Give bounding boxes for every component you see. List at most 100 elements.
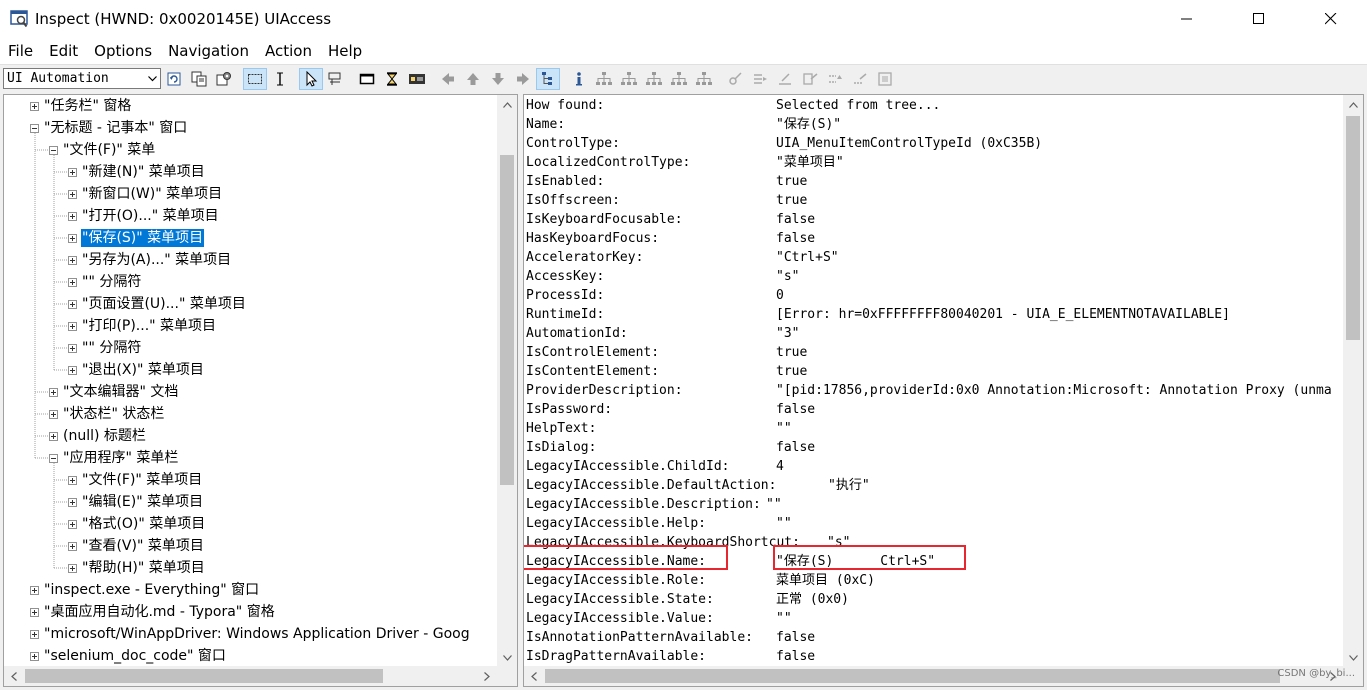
tree-panel[interactable]: "任务栏" 窗格 "无标题 - 记事本" 窗口 "文件(F)" 菜单 "新建(N)" …	[3, 94, 518, 687]
expand-icon[interactable]	[68, 365, 77, 375]
expand-icon[interactable]	[68, 321, 77, 331]
menu-action[interactable]: Action	[257, 38, 320, 64]
action-button-1[interactable]	[723, 68, 747, 90]
expand-icon[interactable]	[68, 519, 77, 529]
menu-navigation[interactable]: Navigation	[160, 38, 257, 64]
mode-select[interactable]: UI Automation	[3, 68, 161, 89]
tree-item[interactable]: "inspect.exe - Everything" 窗口	[30, 579, 260, 601]
expand-icon[interactable]	[68, 255, 77, 265]
tree-item[interactable]: "无标题 - 记事本" 窗口	[30, 117, 188, 139]
expand-icon[interactable]	[49, 431, 58, 441]
menu-help[interactable]: Help	[320, 38, 370, 64]
expand-icon[interactable]	[68, 475, 77, 485]
info-button[interactable]	[567, 68, 591, 90]
tree-horizontal-scrollbar[interactable]	[4, 666, 497, 686]
scroll-left-icon[interactable]	[524, 666, 544, 686]
expand-icon[interactable]	[30, 585, 39, 595]
collapse-icon[interactable]	[49, 453, 58, 463]
expand-icon[interactable]	[49, 387, 58, 397]
action-button-6[interactable]	[848, 68, 872, 90]
close-button[interactable]	[1295, 0, 1367, 38]
properties-panel[interactable]: How found: Selected from tree... Name: "保存(…	[523, 94, 1364, 687]
scroll-right-icon[interactable]	[477, 666, 497, 686]
tree-item[interactable]: "文件(F)" 菜单	[49, 139, 156, 161]
expand-icon[interactable]	[68, 167, 77, 177]
scroll-down-icon[interactable]	[497, 648, 517, 668]
tree-item[interactable]: "编辑(E)" 菜单项目	[68, 491, 204, 513]
caption-button[interactable]	[405, 68, 429, 90]
tree-item[interactable]: "保存(S)" 菜单项目	[68, 227, 206, 249]
maximize-button[interactable]	[1223, 0, 1295, 38]
tree-item[interactable]: "打印(P)..." 菜单项目	[68, 315, 217, 337]
collapse-icon[interactable]	[30, 123, 39, 133]
hierarchy-button-2[interactable]	[617, 68, 641, 90]
props-horizontal-scroll-thumb[interactable]	[545, 669, 1280, 683]
menu-options[interactable]: Options	[86, 38, 160, 64]
expand-icon[interactable]	[68, 563, 77, 573]
tree-view-button[interactable]	[536, 67, 560, 90]
scroll-down-icon[interactable]	[1343, 648, 1363, 668]
nav-down-button[interactable]	[486, 68, 510, 90]
tree-item[interactable]: "查看(V)" 菜单项目	[68, 535, 205, 557]
props-vertical-scrollbar[interactable]	[1343, 95, 1363, 668]
hierarchy-button-1[interactable]	[592, 68, 616, 90]
element-tree[interactable]: "任务栏" 窗格 "无标题 - 记事本" 窗口 "文件(F)" 菜单 "新建(N)" …	[4, 95, 499, 668]
nav-up-button[interactable]	[461, 68, 485, 90]
tree-item[interactable]: (null) 标题栏	[49, 425, 147, 447]
action-button-3[interactable]	[773, 68, 797, 90]
tree-item[interactable]: "文件(F)" 菜单项目	[68, 469, 203, 491]
action-button-2[interactable]	[748, 68, 772, 90]
tree-item[interactable]: "microsoft/WinAppDriver: Windows Applica…	[30, 623, 471, 645]
scroll-up-icon[interactable]	[1343, 95, 1363, 115]
tree-item[interactable]: "退出(X)" 菜单项目	[68, 359, 205, 381]
tree-item[interactable]: "页面设置(U)..." 菜单项目	[68, 293, 247, 315]
watch-cursor-button[interactable]	[299, 67, 323, 90]
expand-icon[interactable]	[68, 277, 77, 287]
props-vertical-scroll-thumb[interactable]	[1346, 116, 1360, 340]
expand-icon[interactable]	[68, 497, 77, 507]
expand-icon[interactable]	[30, 629, 39, 639]
tree-item[interactable]: "任务栏" 窗格	[30, 95, 132, 117]
copy-button[interactable]	[187, 68, 211, 90]
hourglass-button[interactable]	[380, 68, 404, 90]
hierarchy-button-3[interactable]	[642, 68, 666, 90]
scroll-left-icon[interactable]	[4, 666, 24, 686]
expand-icon[interactable]	[30, 607, 39, 617]
caret-button[interactable]	[268, 68, 292, 90]
expand-icon[interactable]	[30, 101, 39, 111]
nav-right-button[interactable]	[511, 68, 535, 90]
tree-item[interactable]: "格式(O)" 菜单项目	[68, 513, 206, 535]
action-button-4[interactable]	[798, 68, 822, 90]
tree-item[interactable]: "新窗口(W)" 菜单项目	[68, 183, 223, 205]
expand-icon[interactable]	[30, 651, 39, 661]
tree-item[interactable]: "文本编辑器" 文档	[49, 381, 179, 403]
tree-item[interactable]: "帮助(H)" 菜单项目	[68, 557, 206, 579]
expand-icon[interactable]	[68, 541, 77, 551]
expand-icon[interactable]	[68, 299, 77, 309]
hierarchy-button-5[interactable]	[692, 68, 716, 90]
action-button-5[interactable]	[823, 68, 847, 90]
refresh-button[interactable]	[162, 68, 186, 90]
tree-item[interactable]: "应用程序" 菜单栏	[49, 447, 179, 469]
tree-item[interactable]: "桌面应用自动化.md - Typora" 窗格	[30, 601, 276, 623]
menu-edit[interactable]: Edit	[41, 38, 86, 64]
tree-horizontal-scroll-thumb[interactable]	[25, 669, 383, 683]
hierarchy-button-4[interactable]	[667, 68, 691, 90]
action-button-7[interactable]	[873, 68, 897, 90]
expand-icon[interactable]	[68, 343, 77, 353]
tree-item[interactable]: "状态栏" 状态栏	[49, 403, 165, 425]
settings-button[interactable]	[212, 68, 236, 90]
tree-item[interactable]: "打开(O)..." 菜单项目	[68, 205, 220, 227]
collapse-icon[interactable]	[49, 145, 58, 155]
highlight-button[interactable]	[324, 68, 348, 90]
nav-left-button[interactable]	[436, 68, 460, 90]
props-horizontal-scrollbar[interactable]	[524, 666, 1343, 686]
expand-icon[interactable]	[68, 211, 77, 221]
tree-item[interactable]: "另存为(A)..." 菜单项目	[68, 249, 232, 271]
tree-item[interactable]: "" 分隔符	[68, 337, 142, 359]
tree-item[interactable]: "新建(N)" 菜单项目	[68, 161, 206, 183]
menu-file[interactable]: File	[0, 38, 41, 64]
tree-item[interactable]: "" 分隔符	[68, 271, 142, 293]
show-rect-button[interactable]	[355, 68, 379, 90]
scroll-up-icon[interactable]	[497, 95, 517, 115]
